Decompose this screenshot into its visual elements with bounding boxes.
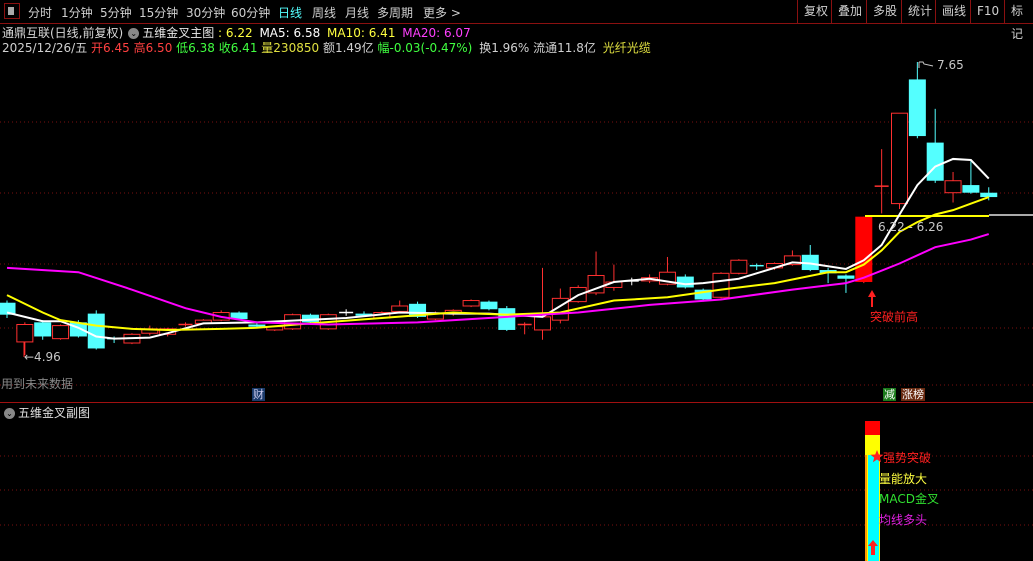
signal-bar-red (865, 421, 880, 435)
candle-down (676, 276, 694, 288)
reduce-badge[interactable]: 减 (883, 388, 896, 401)
low-price-label: ←4.96 (24, 350, 61, 364)
candle-up (944, 180, 962, 194)
ma-line-ma5 (6, 157, 990, 340)
future-data-warning: 用到未来数据 (1, 377, 74, 391)
ma-line-ma10 (6, 196, 990, 331)
candle-up (462, 300, 480, 307)
candle-up (891, 112, 908, 205)
candle-up (52, 325, 70, 340)
sub-panel-title[interactable]: 五维金叉副图 (18, 406, 90, 420)
range-label: 6.22 - 6.26 (878, 220, 944, 234)
candle-down (498, 308, 516, 330)
limit-up-badge[interactable]: 涨榜 (901, 388, 925, 401)
breakout-label: 突破前高 (870, 310, 919, 324)
candle-up (730, 259, 748, 274)
signal-label-0: 强势突破 (883, 451, 932, 465)
high-price-label: 7.65 (937, 58, 964, 72)
candle-up (534, 316, 551, 331)
signal-label-1: 量能放大 (879, 472, 928, 486)
signal-label-2: MACD金叉 (879, 492, 939, 506)
candle-down (980, 192, 998, 198)
candle-down (926, 142, 944, 181)
candle-down (908, 79, 926, 137)
ma-line-ma20 (6, 233, 990, 326)
candle-up (391, 305, 409, 312)
candle-down (87, 313, 105, 349)
finance-badge[interactable]: 财 (252, 388, 265, 401)
candle-down (34, 322, 52, 337)
up-arrow-icon (868, 290, 876, 307)
candle-up (712, 272, 730, 298)
candle-limit-up (855, 216, 873, 283)
sub-panel-header: ⌄ 五维金叉副图 (2, 404, 93, 421)
signal-label-3: 均线多头 (879, 513, 928, 527)
candle-up (16, 324, 34, 343)
candle-down (837, 275, 855, 279)
candle-down (480, 301, 498, 310)
flag-icon (918, 61, 934, 68)
sub-indicator-dropdown-icon[interactable]: ⌄ (4, 408, 15, 419)
candle-down (962, 185, 980, 193)
